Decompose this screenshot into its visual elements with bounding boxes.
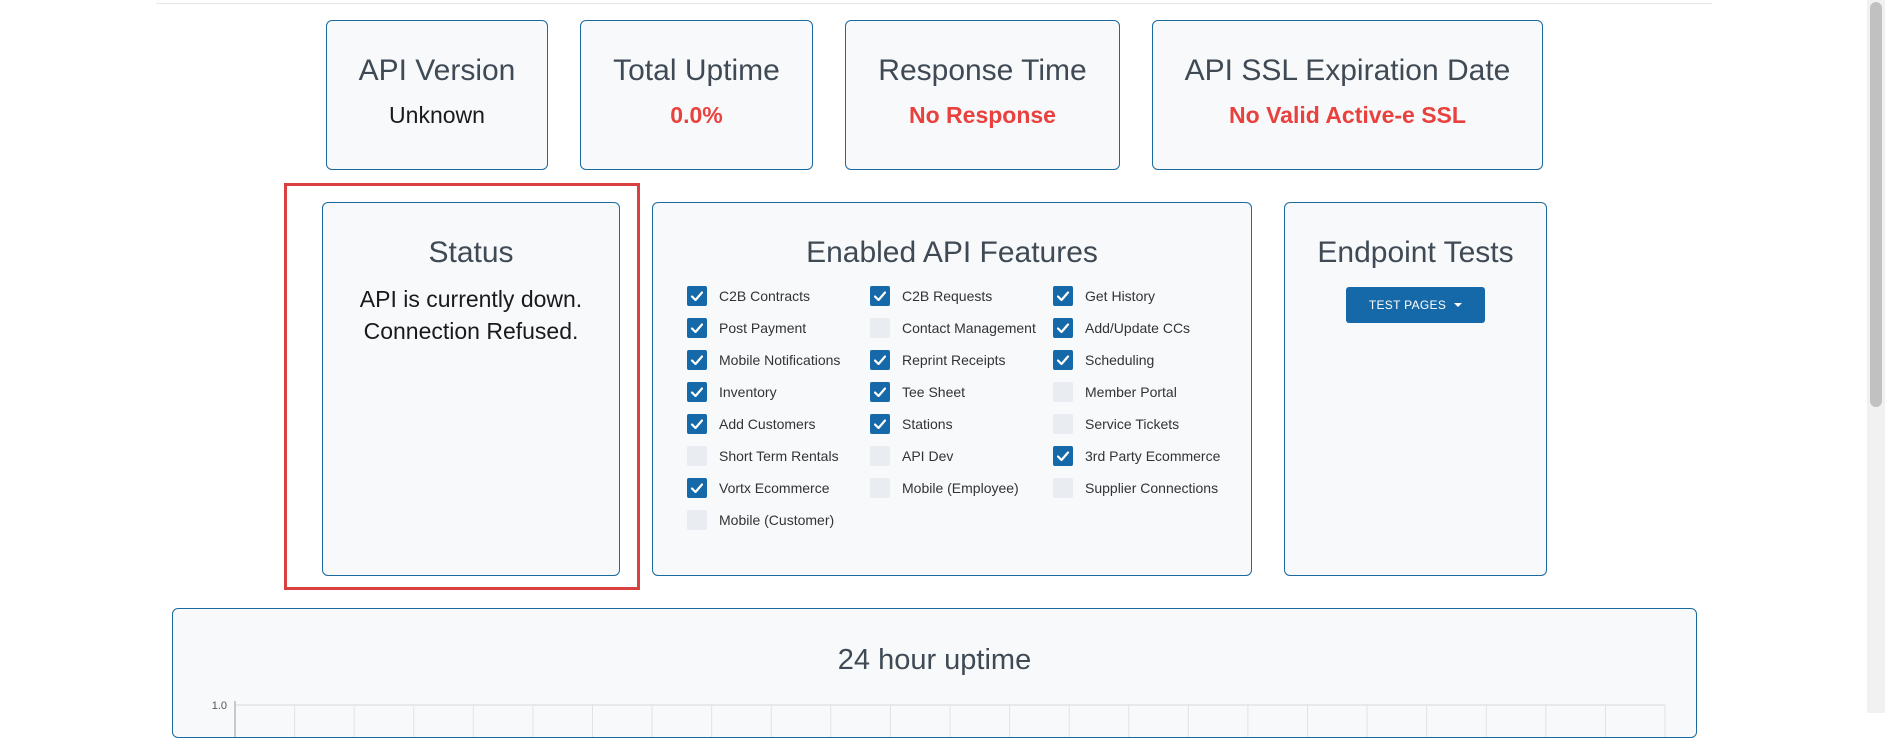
- feature-label: Post Payment: [719, 320, 807, 336]
- feature-label: Stations: [902, 416, 953, 432]
- feature-item[interactable]: Get History: [1053, 285, 1243, 307]
- checkbox-checked-icon[interactable]: [1053, 286, 1073, 306]
- checkbox-unchecked-icon[interactable]: [687, 446, 707, 466]
- feature-item[interactable]: Vortx Ecommerce: [687, 477, 877, 499]
- features-title: Enabled API Features: [806, 236, 1098, 269]
- feature-item[interactable]: Post Payment: [687, 317, 877, 339]
- ssl-expiration-value: No Valid Active-e SSL: [1229, 102, 1466, 128]
- checkbox-checked-icon[interactable]: [870, 350, 890, 370]
- feature-label: Add/Update CCs: [1085, 320, 1191, 336]
- checkbox-unchecked-icon[interactable]: [1053, 382, 1073, 402]
- feature-label: Supplier Connections: [1085, 480, 1219, 496]
- endpoint-tests-card: Endpoint Tests TEST PAGES: [1284, 202, 1547, 576]
- scrollbar-thumb[interactable]: [1870, 2, 1882, 407]
- feature-label: Vortx Ecommerce: [719, 480, 830, 496]
- checkbox-checked-icon[interactable]: [870, 414, 890, 434]
- checkbox-checked-icon[interactable]: [687, 414, 707, 434]
- checkbox-checked-icon[interactable]: [687, 318, 707, 338]
- checkbox-checked-icon[interactable]: [687, 286, 707, 306]
- feature-label: Get History: [1085, 288, 1156, 304]
- checkbox-checked-icon[interactable]: [687, 478, 707, 498]
- ssl-expiration-title: API SSL Expiration Date: [1184, 54, 1511, 87]
- feature-label: Add Customers: [719, 416, 816, 432]
- feature-label: Member Portal: [1085, 384, 1177, 400]
- feature-item[interactable]: API Dev: [870, 445, 1060, 467]
- feature-label: Mobile (Employee): [902, 480, 1019, 496]
- feature-label: Short Term Rentals: [719, 448, 839, 464]
- test-pages-button[interactable]: TEST PAGES: [1346, 287, 1485, 323]
- feature-label: C2B Requests: [902, 288, 993, 304]
- checkbox-unchecked-icon[interactable]: [870, 478, 890, 498]
- feature-item[interactable]: Add Customers: [687, 413, 877, 435]
- feature-item[interactable]: Add/Update CCs: [1053, 317, 1243, 339]
- feature-label: C2B Contracts: [719, 288, 811, 304]
- features-grid: C2B Contracts C2B Requests Get History Post…: [687, 285, 1267, 555]
- feature-label: Mobile Notifications: [719, 352, 841, 368]
- features-card: Enabled API Features C2B Contracts C2B Re…: [652, 202, 1252, 576]
- feature-item[interactable]: Reprint Receipts: [870, 349, 1060, 371]
- ssl-expiration-card: API SSL Expiration Date No Valid Active-…: [1152, 20, 1543, 170]
- total-uptime-value: 0.0%: [670, 102, 723, 128]
- feature-item[interactable]: Supplier Connections: [1053, 477, 1243, 499]
- y-tick-label: 1.0: [212, 700, 227, 712]
- checkbox-checked-icon[interactable]: [1053, 318, 1073, 338]
- status-highlight-box: [284, 183, 640, 590]
- feature-item[interactable]: Contact Management: [870, 317, 1060, 339]
- api-version-value: Unknown: [389, 102, 485, 128]
- total-uptime-card: Total Uptime 0.0%: [580, 20, 813, 170]
- feature-item[interactable]: 3rd Party Ecommerce: [1053, 445, 1243, 467]
- feature-label: Contact Management: [902, 320, 1036, 336]
- feature-item[interactable]: Scheduling: [1053, 349, 1243, 371]
- checkbox-checked-icon[interactable]: [687, 382, 707, 402]
- feature-label: Mobile (Customer): [719, 512, 835, 528]
- response-time-title: Response Time: [878, 54, 1087, 87]
- feature-label: Scheduling: [1085, 352, 1155, 368]
- feature-item[interactable]: Service Tickets: [1053, 413, 1243, 435]
- caret-down-icon: [1454, 303, 1463, 307]
- top-divider: [156, 3, 1712, 4]
- checkbox-checked-icon[interactable]: [1053, 446, 1073, 466]
- feature-label: Tee Sheet: [902, 384, 966, 400]
- feature-item[interactable]: Mobile Notifications: [687, 349, 877, 371]
- checkbox-unchecked-icon[interactable]: [1053, 414, 1073, 434]
- total-uptime-title: Total Uptime: [613, 54, 780, 87]
- response-time-card: Response Time No Response: [845, 20, 1120, 170]
- uptime-chart-card: 24 hour uptime 1.0: [172, 608, 1697, 738]
- test-pages-label: TEST PAGES: [1368, 298, 1447, 312]
- feature-label: Reprint Receipts: [902, 352, 1006, 368]
- vertical-scrollbar[interactable]: [1867, 0, 1885, 713]
- feature-item[interactable]: C2B Requests: [870, 285, 1060, 307]
- feature-label: Inventory: [719, 384, 777, 400]
- feature-item[interactable]: Tee Sheet: [870, 381, 1060, 403]
- checkbox-unchecked-icon[interactable]: [687, 510, 707, 530]
- endpoint-tests-title: Endpoint Tests: [1317, 236, 1514, 269]
- uptime-chart: 1.0: [212, 700, 1666, 737]
- checkbox-unchecked-icon[interactable]: [870, 318, 890, 338]
- response-time-value: No Response: [909, 102, 1056, 128]
- feature-item[interactable]: Mobile (Customer): [687, 509, 877, 531]
- feature-item[interactable]: Mobile (Employee): [870, 477, 1060, 499]
- checkbox-checked-icon[interactable]: [870, 286, 890, 306]
- checkbox-unchecked-icon[interactable]: [870, 446, 890, 466]
- feature-label: Service Tickets: [1085, 416, 1180, 432]
- feature-item[interactable]: Short Term Rentals: [687, 445, 877, 467]
- feature-label: 3rd Party Ecommerce: [1085, 448, 1221, 464]
- feature-item[interactable]: Stations: [870, 413, 1060, 435]
- api-version-card: API Version Unknown: [326, 20, 548, 170]
- feature-label: API Dev: [902, 448, 954, 464]
- checkbox-unchecked-icon[interactable]: [1053, 478, 1073, 498]
- feature-item[interactable]: Member Portal: [1053, 381, 1243, 403]
- feature-item[interactable]: Inventory: [687, 381, 877, 403]
- checkbox-checked-icon[interactable]: [1053, 350, 1073, 370]
- checkbox-checked-icon[interactable]: [687, 350, 707, 370]
- checkbox-checked-icon[interactable]: [870, 382, 890, 402]
- api-version-title: API Version: [358, 54, 516, 87]
- feature-item[interactable]: C2B Contracts: [687, 285, 877, 307]
